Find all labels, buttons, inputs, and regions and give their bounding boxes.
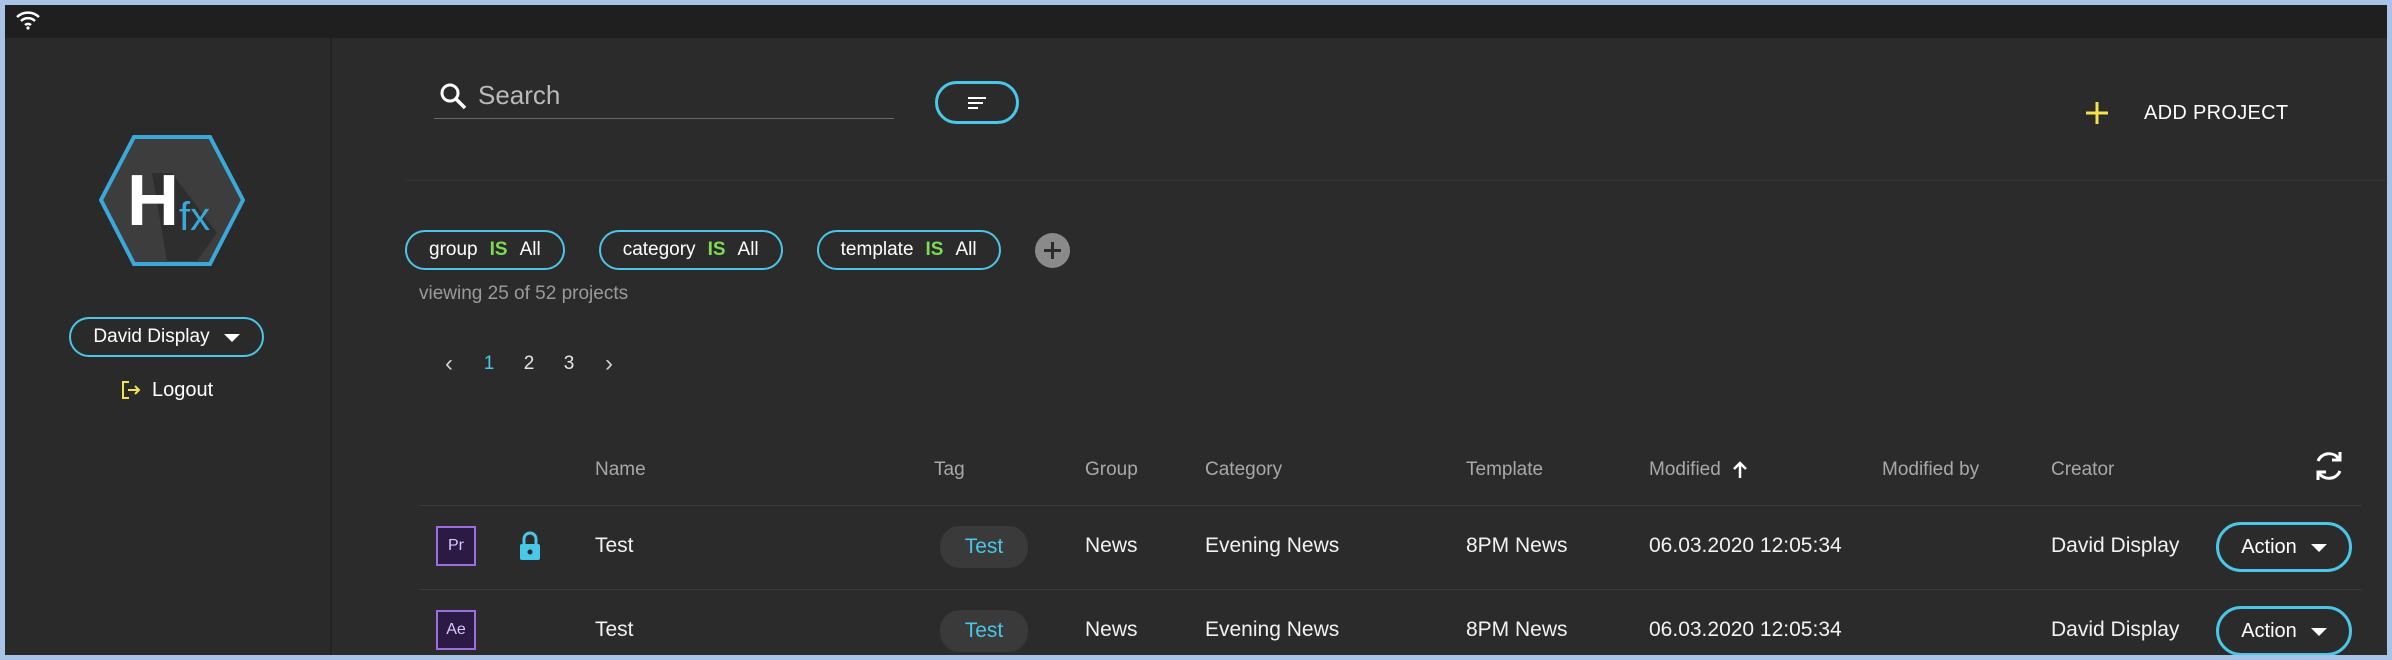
chip-field: template [840,239,914,260]
app-window: H fx David Display Logout Search ADD PRO… [5,5,2387,655]
chip-operator: IS [925,239,944,260]
chevron-left-icon[interactable]: ‹ [429,350,469,378]
add-project-label: ADD PROJECT [2144,101,2289,124]
filter-lines-icon [968,96,986,109]
header-divider [404,180,2387,181]
table-header: Name Tag Group Category Template Modifie… [419,406,2362,506]
main-content: ADD PROJECT group IS All category IS All… [334,38,2387,655]
chip-operator: IS [707,239,726,260]
chip-value: All [955,239,977,260]
action-button[interactable]: Action [2216,606,2352,655]
cell-name: Test [595,534,634,557]
chip-value: All [519,239,541,260]
user-menu-button[interactable]: David Display [69,317,264,357]
add-filter-icon[interactable] [1034,232,1070,268]
column-modified[interactable]: Modified [1649,459,1749,481]
cell-modified: 06.03.2020 12:05:34 [1649,534,1842,557]
logout-link[interactable]: Logout [120,375,213,405]
logout-label: Logout [152,378,214,401]
action-button[interactable]: Action [2216,522,2352,572]
cell-name: Test [595,618,634,641]
after-effects-app-icon: Ae [436,610,476,650]
action-label: Action [2241,619,2297,642]
caret-down-icon [2310,628,2327,636]
logo-letter: H [127,161,179,241]
caret-down-icon [223,334,240,342]
table-row[interactable]: Pr Test Test News Evening News 8PM News … [419,506,2362,590]
filter-chip-category[interactable]: category IS All [598,230,783,270]
search-bar [434,73,894,119]
caret-down-icon [2310,544,2327,552]
cell-group: News [1085,618,1138,641]
hfx-logo: H fx [98,135,246,266]
search-icon [440,83,467,109]
column-template[interactable]: Template [1466,459,1543,481]
column-name[interactable]: Name [595,459,646,481]
refresh-icon[interactable] [2311,448,2347,484]
sort-ascending-icon [1732,461,1747,478]
cell-modified: 06.03.2020 12:05:34 [1649,618,1842,641]
column-tag[interactable]: Tag [934,459,965,481]
lock-icon [520,531,540,560]
user-name: David Display [93,326,210,347]
cell-creator: David Display [2051,534,2180,557]
chip-operator: IS [489,239,508,260]
chevron-right-icon[interactable]: › [589,350,629,378]
cell-category: Evening News [1205,534,1340,557]
logo-fx: fx [179,195,210,239]
filter-chip-template[interactable]: template IS All [816,230,1001,270]
filter-chips: group IS All category IS All template IS… [405,230,1070,270]
projects-table: Name Tag Group Category Template Modifie… [419,406,2362,655]
cell-template: 8PM News [1466,618,1568,641]
add-project-button[interactable]: ADD PROJECT [2084,93,2288,133]
filter-chip-group[interactable]: group IS All [405,230,565,270]
table-row[interactable]: Ae Test Test News Evening News 8PM News … [419,590,2362,655]
column-modified-label: Modified [1649,459,1721,480]
tag-badge[interactable]: Test [940,526,1028,568]
column-modified-by[interactable]: Modified by [1882,459,1979,481]
cell-group: News [1085,534,1138,557]
page-link-1[interactable]: 1 [469,353,509,375]
sidebar: H fx David Display Logout [5,38,332,655]
premiere-app-icon: Pr [436,526,476,566]
search-input[interactable] [478,80,878,111]
logout-icon [122,381,141,399]
tag-badge[interactable]: Test [940,610,1028,652]
page-link-3[interactable]: 3 [549,353,589,375]
chip-value: All [737,239,759,260]
action-label: Action [2241,535,2297,558]
column-category[interactable]: Category [1205,459,1282,481]
cell-category: Evening News [1205,618,1340,641]
cell-creator: David Display [2051,618,2180,641]
page-link-2[interactable]: 2 [509,353,549,375]
chip-field: category [622,239,696,260]
chip-field: group [429,239,478,260]
pagination: ‹ 1 2 3 › [429,350,629,378]
status-bar [5,5,2387,38]
column-creator[interactable]: Creator [2051,459,2114,481]
wifi-icon [16,11,40,30]
column-group[interactable]: Group [1085,459,1138,481]
filter-toggle-button[interactable] [935,81,1019,124]
plus-icon [2086,102,2108,124]
viewing-count: viewing 25 of 52 projects [419,283,629,304]
cell-template: 8PM News [1466,534,1568,557]
